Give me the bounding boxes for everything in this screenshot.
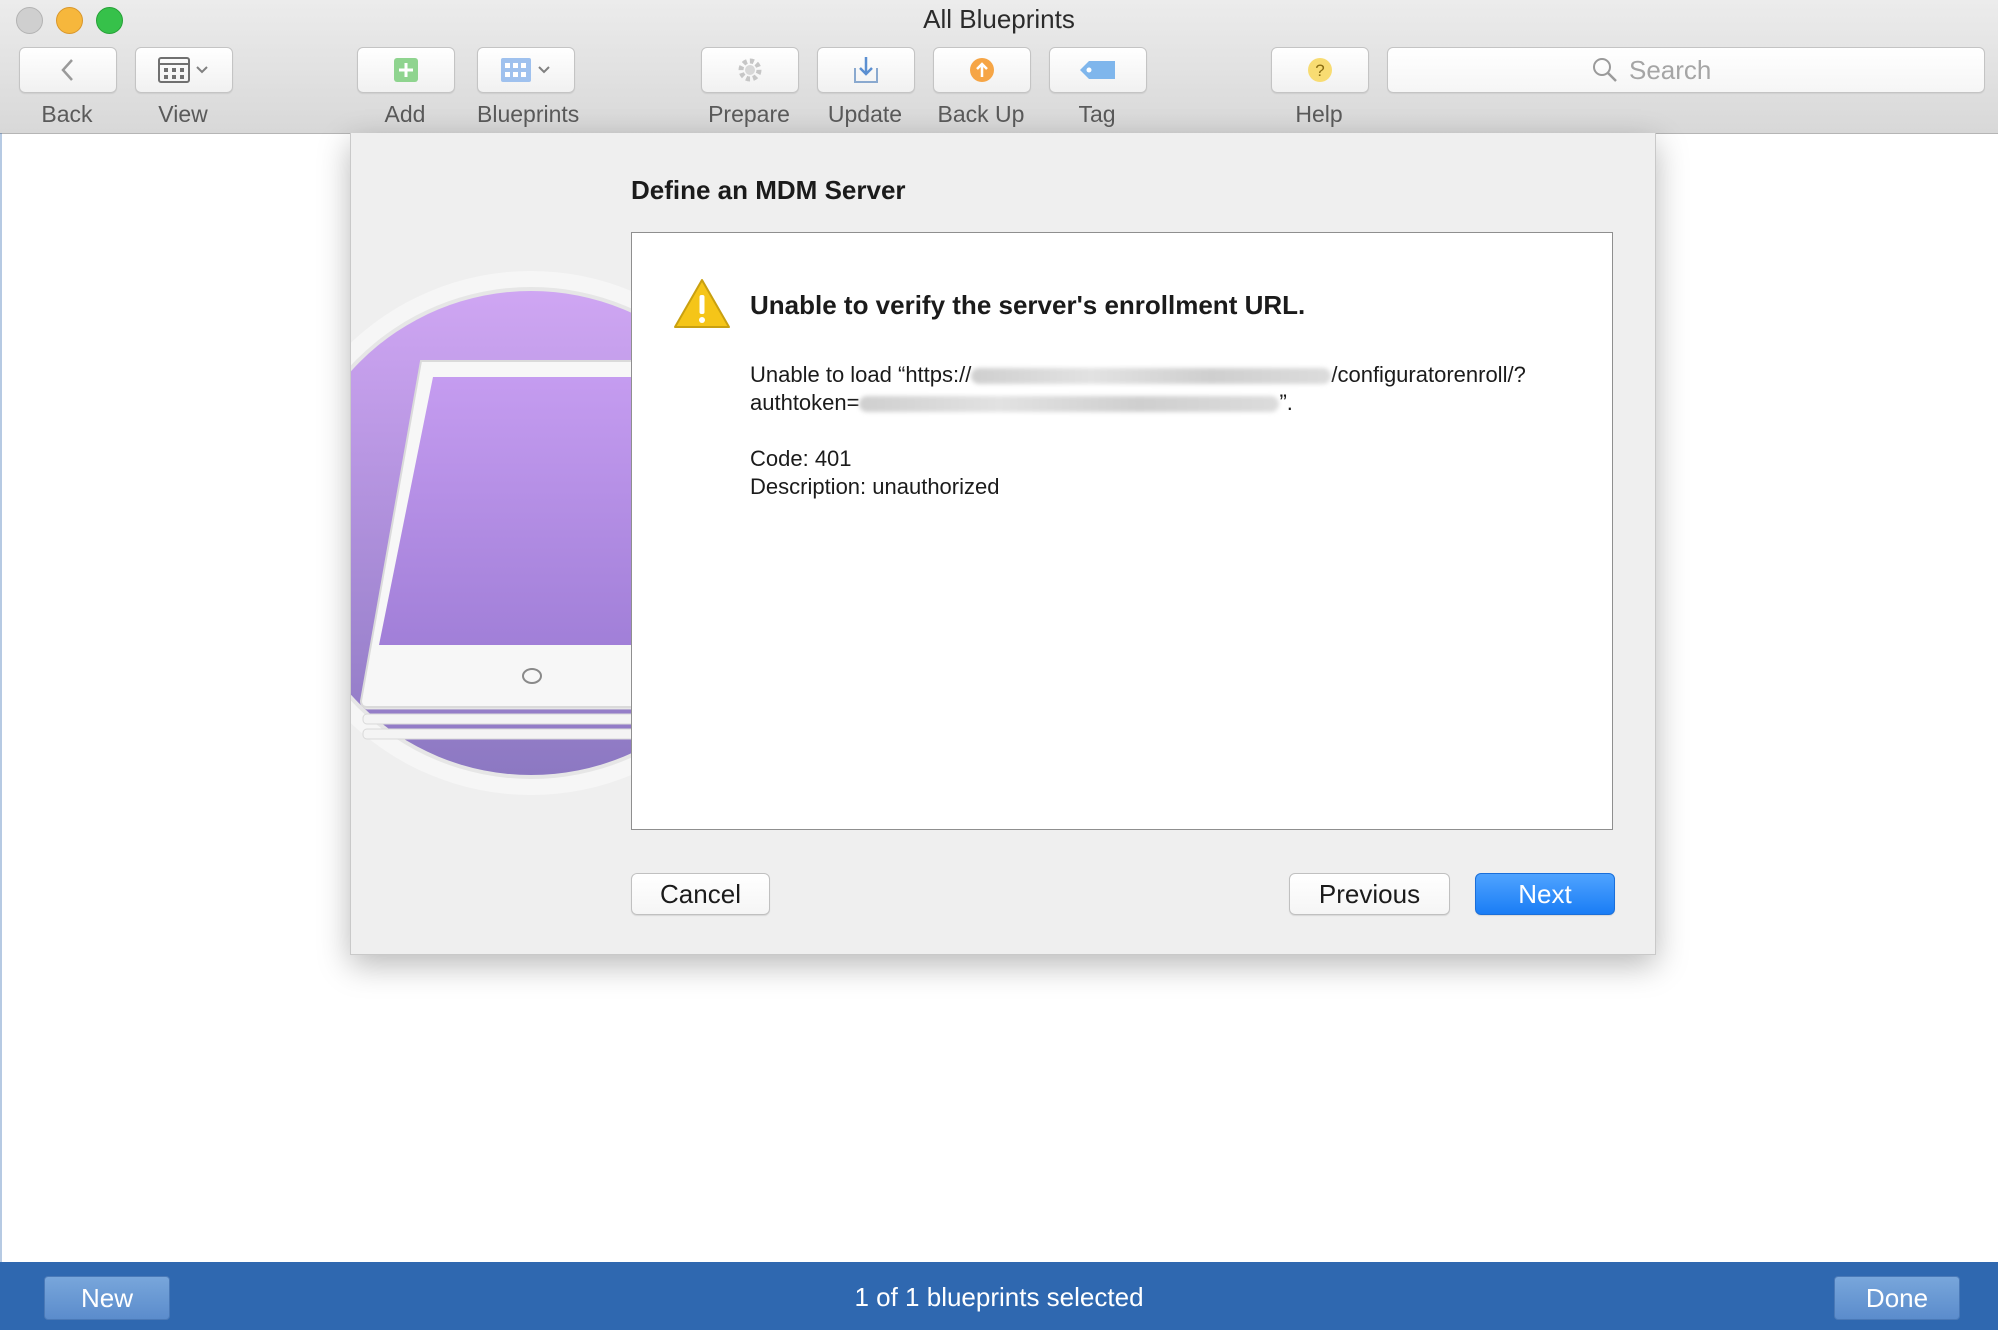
help-toolbar-item[interactable]: ? Help [1271, 47, 1369, 128]
tag-label: Tag [1078, 101, 1116, 127]
next-button[interactable]: Next [1475, 873, 1615, 915]
gear-icon [738, 58, 762, 82]
mdm-server-sheet: Define an MDM Server Unable to verify th… [350, 133, 1656, 955]
add-plus-icon [394, 58, 418, 82]
blueprints-toolbar-item[interactable]: Blueprints [477, 47, 580, 128]
back-toolbar-item[interactable]: Back [19, 47, 117, 128]
bottom-action-bar: New 1 of 1 blueprints selected Done [0, 1262, 1998, 1330]
blueprints-grid-icon [501, 58, 550, 82]
update-label: Update [827, 101, 903, 127]
message-prefix: Unable to load “https:// [750, 362, 972, 387]
help-button[interactable]: ? [1271, 47, 1369, 93]
tag-toolbar-item[interactable]: Tag [1049, 47, 1147, 128]
calendar-grid-icon [158, 57, 208, 83]
window-titlebar: All Blueprints Back View Add Blueprints … [0, 0, 1998, 134]
tag-icon [1080, 61, 1115, 79]
backup-button[interactable] [933, 47, 1031, 93]
search-input[interactable] [1627, 53, 1781, 87]
window-left-edge [0, 133, 2, 1262]
search-icon [1593, 58, 1617, 82]
update-toolbar-item[interactable]: Update [817, 47, 915, 128]
backup-toolbar-item[interactable]: Back Up [933, 47, 1031, 128]
error-message: Unable to load “https:// /configuratorenr… [750, 361, 1580, 417]
svg-text:?: ? [1315, 61, 1324, 80]
configurator-app-icon [351, 271, 631, 795]
error-description: Description: unauthorized [750, 474, 1000, 499]
warning-icon [674, 279, 730, 328]
previous-button[interactable]: Previous [1289, 873, 1450, 915]
backup-arrow-up-icon [970, 58, 994, 82]
download-tray-icon [854, 57, 878, 83]
selection-status: 1 of 1 blueprints selected [854, 1282, 1144, 1312]
help-question-icon: ? [1308, 58, 1332, 82]
configurator-illustration [351, 133, 631, 954]
chevron-left-icon [61, 59, 73, 81]
back-label: Back [41, 101, 93, 127]
add-toolbar-item[interactable]: Add [357, 47, 455, 128]
error-code: Code: 401 [750, 446, 852, 471]
view-button[interactable] [135, 47, 233, 93]
add-label: Add [384, 101, 426, 127]
blueprints-label: Blueprints [477, 101, 580, 127]
error-heading: Unable to verify the server's enrollment… [750, 290, 1306, 320]
prepare-toolbar-item[interactable]: Prepare [701, 47, 799, 128]
done-button[interactable]: Done [1834, 1276, 1960, 1320]
search-field[interactable] [1387, 47, 1985, 93]
prepare-button[interactable] [701, 47, 799, 93]
message-url-path: /configuratorenroll/? [1331, 362, 1526, 387]
add-button[interactable] [357, 47, 455, 93]
help-label: Help [1295, 101, 1343, 127]
prepare-label: Prepare [708, 101, 790, 127]
error-content-box: Unable to verify the server's enrollment… [631, 232, 1613, 830]
view-toolbar-item[interactable]: View [135, 47, 233, 128]
cancel-button[interactable]: Cancel [631, 873, 770, 915]
redacted-token [859, 396, 1280, 413]
message-suffix: ”. [1279, 390, 1293, 415]
redacted-host [971, 368, 1332, 385]
message-token-prefix: authtoken= [750, 390, 860, 415]
sheet-title: Define an MDM Server [631, 175, 906, 205]
tag-button[interactable] [1049, 47, 1147, 93]
update-button[interactable] [817, 47, 915, 93]
view-label: View [158, 101, 208, 127]
blueprints-button[interactable] [477, 47, 575, 93]
back-button[interactable] [19, 47, 117, 93]
window-title: All Blueprints [923, 4, 1075, 34]
backup-label: Back Up [937, 101, 1025, 127]
